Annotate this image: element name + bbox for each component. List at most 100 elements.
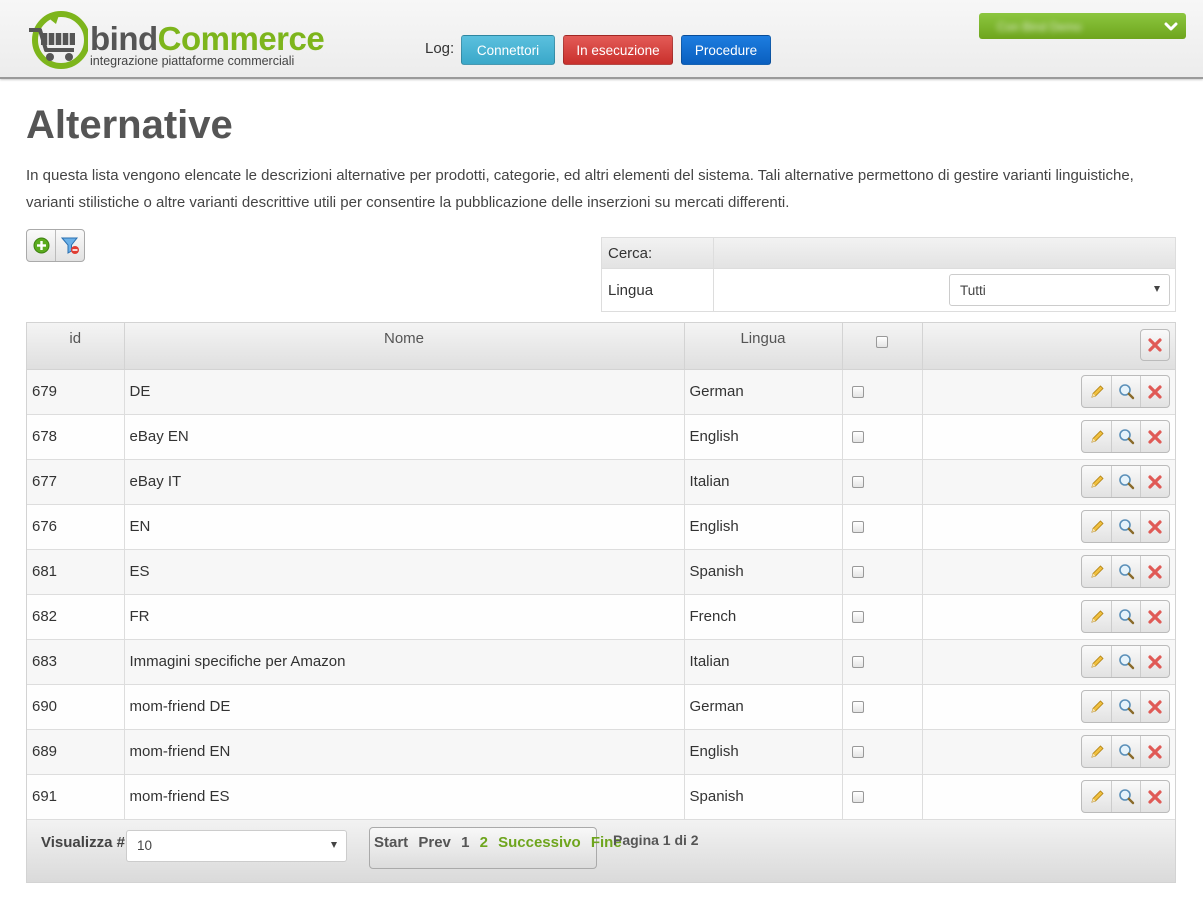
edit-button[interactable] [1082, 421, 1111, 452]
edit-button[interactable] [1082, 511, 1111, 542]
column-header-id[interactable]: id [27, 323, 125, 370]
cell-nome: mom-friend DE [124, 684, 685, 730]
page-size-select[interactable]: 10 [126, 829, 347, 862]
brand-logo[interactable]: bindCommerce integrazione piattaforme co… [26, 10, 325, 70]
cell-nome: mom-friend ES [124, 774, 685, 820]
delete-button[interactable] [1140, 691, 1169, 722]
edit-button[interactable] [1082, 781, 1111, 812]
edit-button[interactable] [1082, 466, 1111, 497]
magnifier-icon [1118, 564, 1134, 580]
cell-lingua: Spanish [684, 774, 843, 820]
pager-page-2[interactable]: 2 [480, 834, 488, 851]
row-checkbox[interactable] [851, 656, 864, 669]
connettori-button[interactable]: Connettori [461, 35, 555, 65]
view-button[interactable] [1111, 376, 1140, 407]
table-row: 682 FR French [27, 594, 1175, 640]
delete-button[interactable] [1140, 466, 1169, 497]
delete-x-icon [1148, 564, 1162, 579]
delete-x-icon [1148, 384, 1162, 399]
delete-button[interactable] [1140, 511, 1169, 542]
edit-button[interactable] [1082, 556, 1111, 587]
magnifier-icon [1118, 429, 1134, 445]
pager-next-link[interactable]: Successivo [498, 834, 581, 851]
view-button[interactable] [1111, 556, 1140, 587]
page-description: In questa lista vengono elencate le desc… [26, 167, 1134, 211]
cell-actions [922, 504, 1175, 550]
edit-button[interactable] [1082, 376, 1111, 407]
in-esecuzione-button[interactable]: In esecuzione [563, 35, 673, 65]
procedure-button[interactable]: Procedure [681, 35, 771, 65]
table-row: 677 eBay IT Italian [27, 459, 1175, 505]
select-all-checkbox[interactable] [876, 335, 888, 348]
delete-selected-button[interactable] [1140, 329, 1170, 361]
view-button[interactable] [1111, 781, 1140, 812]
table-row: 679 DE German [27, 369, 1175, 415]
cell-select [842, 639, 923, 685]
magnifier-icon [1118, 519, 1134, 535]
cell-lingua: English [684, 729, 843, 775]
edit-button[interactable] [1082, 736, 1111, 767]
cell-id: 682 [27, 594, 125, 640]
edit-button[interactable] [1082, 601, 1111, 632]
column-header-nome-label: Nome [383, 330, 424, 347]
view-button[interactable] [1111, 601, 1140, 632]
edit-button[interactable] [1082, 691, 1111, 722]
row-checkbox[interactable] [851, 746, 864, 759]
delete-button[interactable] [1140, 421, 1169, 452]
view-button[interactable] [1111, 511, 1140, 542]
column-header-nome[interactable]: Nome [124, 323, 685, 370]
cell-actions [922, 684, 1175, 730]
delete-button[interactable] [1140, 601, 1169, 632]
row-checkbox[interactable] [851, 431, 864, 444]
view-button[interactable] [1111, 466, 1140, 497]
view-button[interactable] [1111, 421, 1140, 452]
row-checkbox[interactable] [851, 791, 864, 804]
row-checkbox[interactable] [851, 521, 864, 534]
table-row: 691 mom-friend ES Spanish [27, 774, 1175, 820]
page-size-label: Visualizza # [41, 833, 125, 851]
pager-start-link[interactable]: Start [374, 834, 408, 851]
table-row: 678 eBay EN English [27, 414, 1175, 460]
pencil-icon [1090, 564, 1104, 578]
cell-nome: EN [124, 504, 685, 550]
delete-button[interactable] [1140, 556, 1169, 587]
brand-tagline: integrazione piattaforme commerciali [90, 54, 295, 68]
table-row: 683 Immagini specifiche per Amazon Itali… [27, 639, 1175, 685]
delete-button[interactable] [1140, 646, 1169, 677]
lingua-filter-select[interactable]: Tutti [949, 274, 1170, 306]
delete-button[interactable] [1140, 736, 1169, 767]
cell-lingua: English [684, 414, 843, 460]
pencil-icon [1090, 699, 1104, 713]
row-actions [1081, 780, 1170, 813]
row-checkbox[interactable] [851, 476, 864, 489]
cell-lingua: English [684, 504, 843, 550]
view-button[interactable] [1111, 736, 1140, 767]
edit-button[interactable] [1082, 646, 1111, 677]
view-button[interactable] [1111, 646, 1140, 677]
alternatives-table: id Nome Lingua 679 DE German 678 eBay EN… [26, 322, 1176, 883]
clear-filter-button[interactable] [55, 230, 84, 261]
row-checkbox[interactable] [851, 566, 864, 579]
cell-select [842, 594, 923, 640]
cell-lingua: German [684, 684, 843, 730]
cell-lingua: German [684, 369, 843, 415]
row-checkbox[interactable] [851, 386, 864, 399]
column-header-lingua[interactable]: Lingua [684, 323, 843, 370]
add-button[interactable] [27, 230, 55, 261]
delete-button[interactable] [1140, 376, 1169, 407]
magnifier-icon [1118, 699, 1134, 715]
brand-name-part1: bind [90, 20, 158, 57]
user-name: Con Bind Demo [997, 20, 1082, 32]
user-menu-dropdown[interactable]: Con Bind Demo [979, 13, 1186, 39]
delete-button[interactable] [1140, 781, 1169, 812]
row-checkbox[interactable] [851, 701, 864, 714]
pager-page-1[interactable]: 1 [461, 834, 469, 851]
column-header-lingua-label: Lingua [740, 330, 786, 347]
view-button[interactable] [1111, 691, 1140, 722]
pencil-icon [1090, 429, 1104, 443]
row-checkbox[interactable] [851, 611, 864, 624]
brand-name: bindCommerce [90, 20, 325, 57]
pagination: Start Prev 1 2 Successivo Fine [369, 826, 622, 869]
delete-x-icon [1148, 699, 1162, 714]
pager-prev-link[interactable]: Prev [418, 834, 451, 851]
